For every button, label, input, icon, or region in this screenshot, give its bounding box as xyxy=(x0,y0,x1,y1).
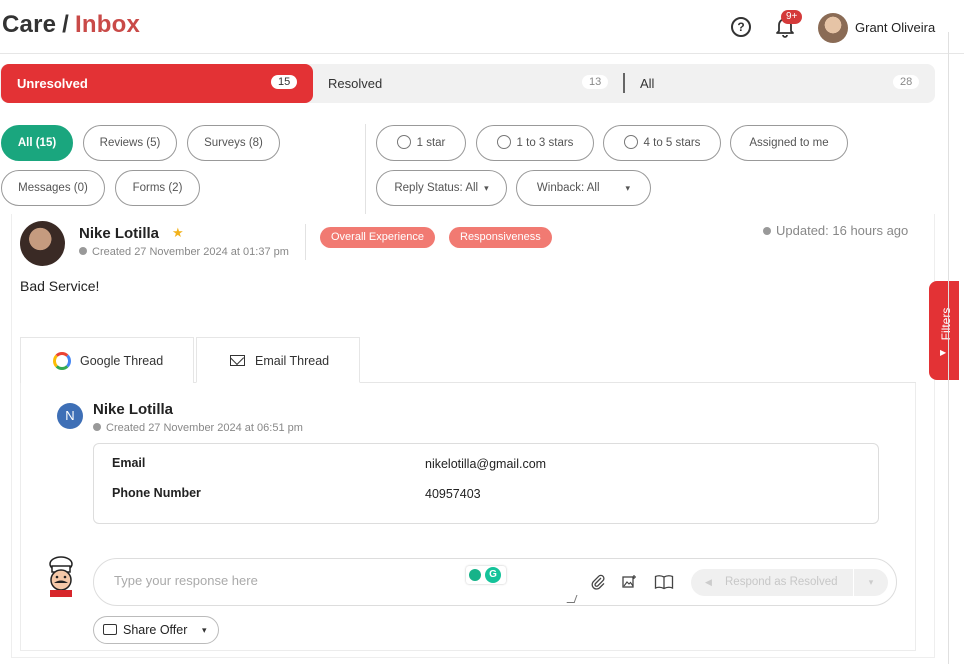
tab-all-label: All xyxy=(640,76,655,91)
tab-resolved-count: 13 xyxy=(582,75,609,89)
tab-unresolved[interactable]: Unresolved 15 xyxy=(1,64,313,103)
page-scroll-edge xyxy=(948,32,964,664)
resize-grip-icon[interactable] xyxy=(566,595,578,603)
user-avatar[interactable] xyxy=(818,13,848,43)
filter-all-chip[interactable]: All (15) xyxy=(1,125,73,161)
tab-email-thread[interactable]: Email Thread xyxy=(196,337,360,383)
tab-resolved[interactable]: Resolved 13 xyxy=(313,64,623,103)
share-offer-button[interactable]: Share Offer ▾ xyxy=(93,616,219,644)
tab-google-thread-label: Google Thread xyxy=(80,354,164,368)
updated-time: Updated: 16 hours ago xyxy=(763,223,908,238)
google-icon xyxy=(53,352,71,370)
contact-name: Nike Lotilla xyxy=(93,401,174,418)
tab-all[interactable]: All 28 xyxy=(625,64,935,103)
response-composer: G Respond as Resolved ▾ xyxy=(93,558,897,606)
ticket-icon xyxy=(103,624,117,635)
winback-label: Winback: All xyxy=(536,182,600,194)
tab-email-thread-label: Email Thread xyxy=(255,354,330,368)
phone-label: Phone Number xyxy=(112,486,201,500)
caret-right-icon: ▶ xyxy=(940,348,947,357)
clock-icon xyxy=(79,247,87,256)
filter-surveys-chip[interactable]: Surveys (8) xyxy=(187,125,280,161)
grammarly-widget[interactable]: G xyxy=(466,566,506,584)
tab-unresolved-count: 15 xyxy=(271,75,298,89)
chevron-down-icon: ▾ xyxy=(484,183,489,193)
page-title: Care / Inbox xyxy=(2,11,140,39)
review-created-time: Created 27 November 2024 at 01:37 pm xyxy=(79,246,289,258)
phone-value: 40957403 xyxy=(425,487,481,501)
winback-dropdown[interactable]: Winback: All ▾ xyxy=(516,170,651,206)
paperclip-icon[interactable] xyxy=(590,574,606,590)
filter-one-to-three-chip[interactable]: 1 to 3 stars xyxy=(476,125,594,161)
brand-inbox: Inbox xyxy=(75,11,141,38)
brand-separator: / xyxy=(62,11,70,38)
reviewer-name: Nike Lotilla xyxy=(79,225,160,242)
respond-resolved-button[interactable]: Respond as Resolved xyxy=(691,569,853,596)
contact-avatar: N xyxy=(57,403,83,429)
filter-reviews-chip[interactable]: Reviews (5) xyxy=(83,125,177,161)
grammarly-suggest-icon xyxy=(469,569,481,581)
chevron-down-icon: ▾ xyxy=(625,183,631,193)
image-upload-icon[interactable] xyxy=(621,574,637,590)
user-name[interactable]: Grant Oliveira xyxy=(855,20,935,35)
respond-options-chevron-icon[interactable]: ▾ xyxy=(854,569,888,596)
filter-four-to-five-label: 4 to 5 stars xyxy=(643,137,701,149)
tab-google-thread[interactable]: Google Thread xyxy=(20,337,194,383)
neutral-face-icon xyxy=(496,134,511,149)
top-header: Care / Inbox ? 9+ Grant Oliveira xyxy=(0,0,964,54)
filters-divider xyxy=(365,124,366,214)
help-icon[interactable]: ? xyxy=(731,17,751,37)
tag-responsiveness[interactable]: Responsiveness xyxy=(449,227,552,248)
filter-one-star-chip[interactable]: 1 star xyxy=(376,125,466,161)
thread-created-text: Created 27 November 2024 at 06:51 pm xyxy=(106,422,303,434)
filter-four-to-five-chip[interactable]: 4 to 5 stars xyxy=(603,125,721,161)
tag-overall-experience[interactable]: Overall Experience xyxy=(320,227,435,248)
email-label: Email xyxy=(112,456,146,470)
filter-forms-chip[interactable]: Forms (2) xyxy=(115,170,200,206)
sad-face-icon xyxy=(396,134,411,149)
reply-status-dropdown[interactable]: Reply Status: All ▾ xyxy=(376,170,507,206)
chef-mascot-icon xyxy=(49,556,73,597)
updated-text: Updated: 16 hours ago xyxy=(776,223,909,238)
envelope-icon xyxy=(230,355,245,366)
clock-icon xyxy=(763,226,771,235)
grammarly-icon: G xyxy=(485,567,501,583)
filter-one-star-label: 1 star xyxy=(416,137,446,149)
chevron-down-icon: ▾ xyxy=(202,625,207,635)
smile-face-icon xyxy=(623,134,638,149)
reviewer-avatar xyxy=(20,221,65,266)
tab-all-count: 28 xyxy=(893,75,920,89)
filter-messages-chip[interactable]: Messages (0) xyxy=(1,170,105,206)
book-icon[interactable] xyxy=(654,574,674,590)
notification-badge: 9+ xyxy=(781,10,803,24)
review-text: Bad Service! xyxy=(20,278,100,294)
tab-resolved-label: Resolved xyxy=(328,76,383,91)
brand-care: Care xyxy=(2,11,57,38)
email-value: nikelotilla@gmail.com xyxy=(425,457,547,471)
filter-assigned-chip[interactable]: Assigned to me xyxy=(730,125,848,161)
reply-status-label: Reply Status: All xyxy=(394,182,479,194)
filter-one-to-three-label: 1 to 3 stars xyxy=(516,137,574,149)
clock-icon xyxy=(93,423,101,432)
tab-unresolved-label: Unresolved xyxy=(17,76,88,91)
response-input[interactable] xyxy=(114,573,454,588)
contact-info-box: Email nikelotilla@gmail.com Phone Number… xyxy=(93,443,879,524)
review-created-text: Created 27 November 2024 at 01:37 pm xyxy=(92,246,289,258)
star-icon: ★ xyxy=(172,225,184,240)
header-divider xyxy=(305,224,306,260)
thread-created-time: Created 27 November 2024 at 06:51 pm xyxy=(93,422,303,434)
share-offer-label: Share Offer xyxy=(123,623,188,637)
